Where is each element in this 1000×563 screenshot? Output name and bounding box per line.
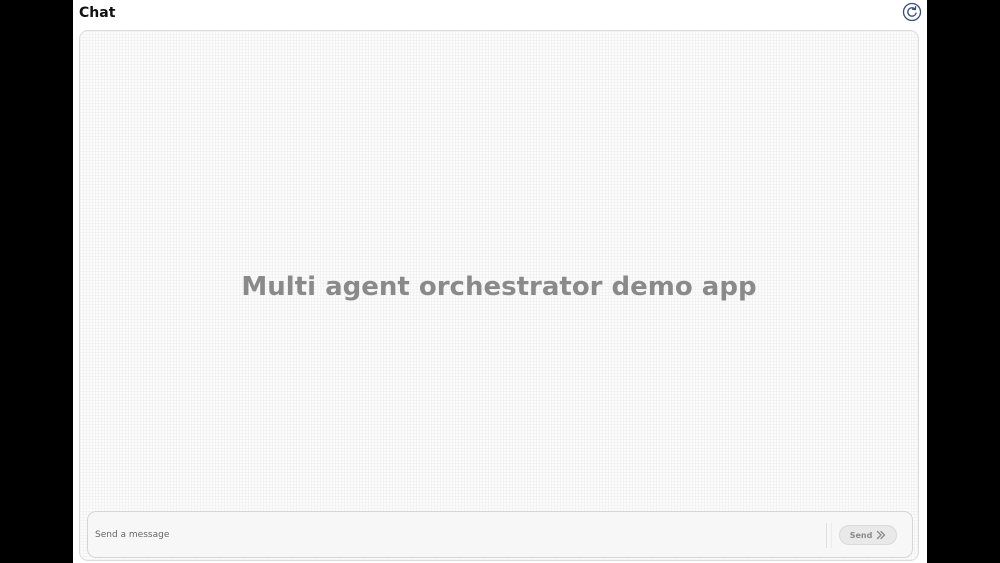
- welcome-message: Multi agent orchestrator demo app: [241, 272, 757, 302]
- page-title: Chat: [79, 5, 116, 21]
- send-button[interactable]: Send: [839, 525, 897, 545]
- composer-divider: [831, 523, 832, 548]
- refresh-icon: [902, 2, 922, 25]
- message-composer: Send: [87, 511, 913, 558]
- refresh-button[interactable]: [902, 2, 922, 22]
- send-button-label: Send: [849, 530, 873, 540]
- chat-app: Chat Multi agent orchestrator demo app S…: [73, 0, 927, 563]
- double-chevron-right-icon: [876, 530, 886, 540]
- message-input[interactable]: [94, 524, 815, 546]
- header: Chat: [73, 0, 927, 28]
- chat-panel: Multi agent orchestrator demo app Send: [79, 30, 919, 561]
- composer-divider: [826, 523, 827, 548]
